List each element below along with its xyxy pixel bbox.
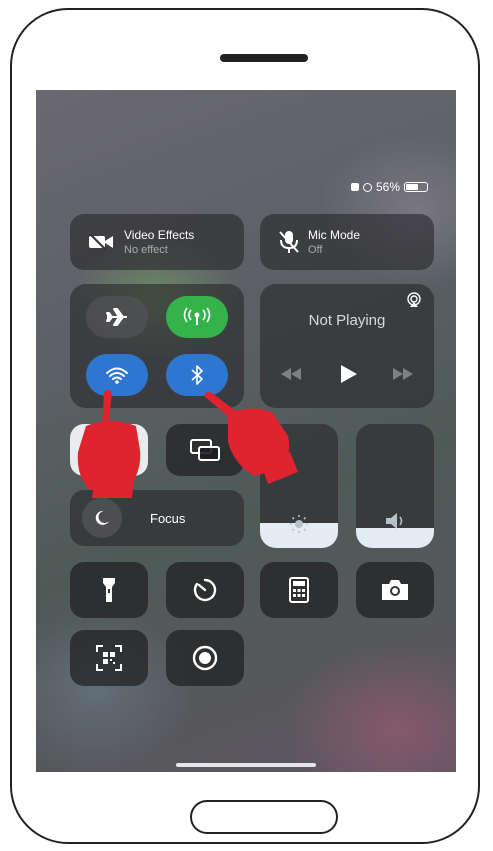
flashlight-button[interactable] [70, 562, 148, 618]
battery-icon [404, 182, 428, 192]
calculator-icon [289, 577, 309, 603]
speaker-grille [220, 54, 308, 62]
camera-icon [382, 580, 408, 600]
battery-level [406, 184, 419, 190]
status-bar: 56% [350, 180, 428, 194]
timer-icon [193, 578, 217, 602]
moon-icon-circle [82, 498, 122, 538]
cellular-antenna-icon [183, 307, 211, 325]
focus-label: Focus [150, 511, 186, 526]
fast-forward-icon[interactable] [392, 368, 414, 380]
calculator-button[interactable] [260, 562, 338, 618]
alarm-icon [350, 183, 359, 191]
volume-slider[interactable] [356, 424, 434, 548]
now-playing-status: Not Playing [308, 312, 386, 329]
flashlight-icon [103, 578, 115, 602]
home-button[interactable] [190, 800, 338, 834]
mic-mode-tile[interactable]: Mic Mode Off [260, 214, 434, 270]
video-effects-subtitle: No effect [124, 244, 168, 256]
wifi-icon [106, 367, 128, 384]
pointing-hand-bluetooth-annotation [204, 392, 298, 484]
microphone-icon [279, 231, 299, 253]
play-icon[interactable] [338, 364, 358, 384]
screen-record-icon [192, 645, 218, 671]
airplane-mode-toggle[interactable] [86, 296, 148, 338]
bluetooth-icon [191, 365, 203, 385]
qr-scanner-button[interactable] [70, 630, 148, 686]
mic-mode-title: Mic Mode [308, 228, 361, 242]
home-indicator [176, 763, 316, 767]
camera-button[interactable] [356, 562, 434, 618]
airplay-icon[interactable] [406, 292, 422, 308]
timer-button[interactable] [166, 562, 244, 618]
pointing-hand-wifi-annotation [77, 390, 141, 498]
sun-icon [290, 515, 308, 533]
mic-mode-subtitle: Off [308, 244, 323, 256]
cellular-data-toggle[interactable] [166, 296, 228, 338]
video-camera-icon [89, 233, 113, 251]
qr-scanner-icon [96, 645, 122, 671]
battery-percent: 56% [375, 180, 400, 194]
video-effects-title: Video Effects [124, 228, 195, 242]
rotation-lock-icon [362, 182, 372, 192]
rewind-icon[interactable] [280, 368, 302, 380]
screen-record-button[interactable] [166, 630, 244, 686]
moon-icon [95, 510, 109, 525]
speaker-icon [386, 513, 403, 529]
control-center-screen: 56% Video Effects No effect Mic Mode Off [36, 90, 456, 772]
volume-level [356, 528, 434, 548]
focus-tile[interactable]: Focus [70, 490, 244, 546]
video-effects-tile[interactable]: Video Effects No effect [70, 214, 244, 270]
airplane-icon [106, 308, 127, 326]
